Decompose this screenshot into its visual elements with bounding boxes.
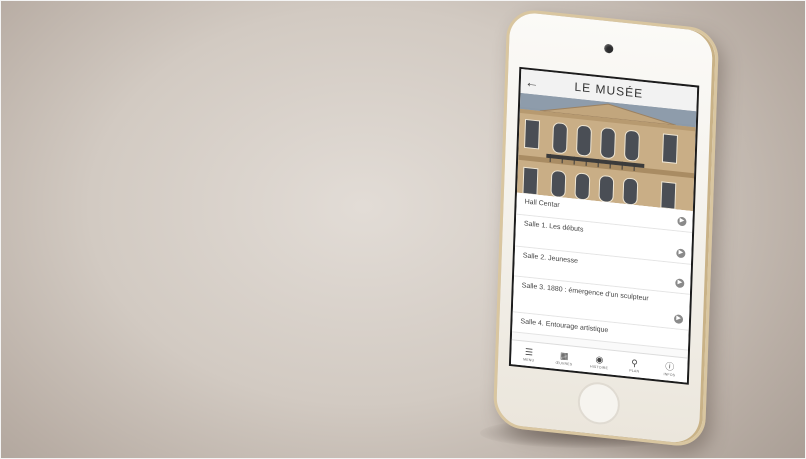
location-pin-icon: ⚲ (631, 357, 639, 368)
museum-building-image (516, 92, 697, 212)
info-icon: ⓘ (665, 360, 675, 372)
tab-label: PLAN (629, 368, 640, 374)
list-icon: ☰ (524, 346, 534, 357)
tab-oeuvres[interactable]: ▦ ŒUVRES (548, 349, 581, 367)
phone-screen: ← LE MUSÉE Hall Centar ▶ Salle 1. Les dé… (508, 66, 700, 385)
compass-icon: ◉ (595, 353, 604, 365)
tab-label: ŒUVRES (555, 360, 573, 367)
rooms-list: Hall Centar ▶ Salle 1. Les débuts ▶ Sall… (511, 192, 693, 361)
phone-device: ← LE MUSÉE Hall Centar ▶ Salle 1. Les dé… (492, 7, 720, 449)
chevron-right-icon: ▶ (675, 278, 685, 289)
tab-plan[interactable]: ⚲ PLAN (618, 356, 651, 374)
museum-facade-illustration (516, 92, 697, 212)
tab-infos[interactable]: ⓘ INFOS (653, 360, 686, 378)
tab-label: HISTOIRE (589, 363, 609, 370)
chevron-right-icon: ▶ (676, 248, 686, 259)
chevron-right-icon: ▶ (673, 314, 684, 325)
tab-menu[interactable]: ☰ MENU (513, 345, 546, 363)
chevron-right-icon: ▶ (677, 216, 687, 227)
tab-label: INFOS (663, 371, 676, 377)
arrow-left-icon[interactable]: ← (521, 73, 544, 91)
grid-icon: ▦ (559, 349, 569, 361)
tab-label: MENU (523, 356, 535, 363)
tab-histoire[interactable]: ◉ HISTOIRE (583, 352, 616, 370)
